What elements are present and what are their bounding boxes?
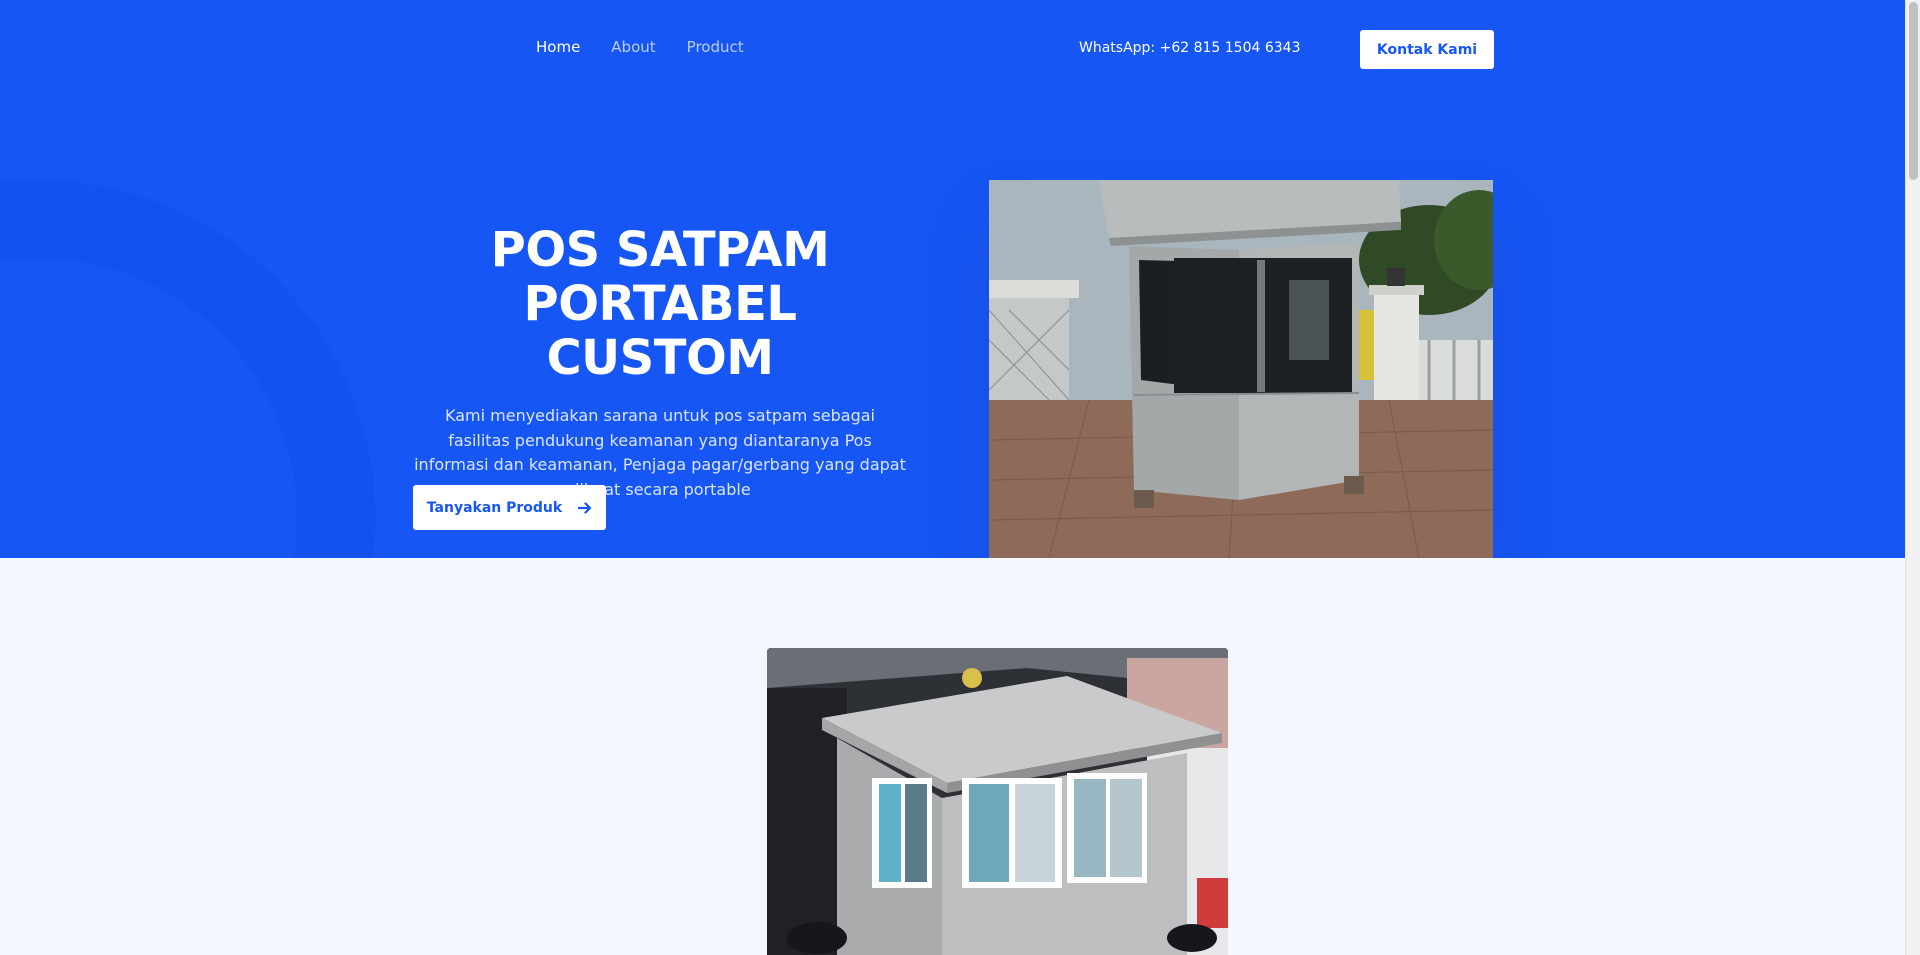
scrollbar-thumb[interactable]	[1909, 2, 1918, 180]
guard-post-photo-2	[767, 648, 1228, 955]
hero-section: Home About Product WhatsApp: +62 815 150…	[0, 0, 1905, 558]
contact-button[interactable]: Kontak Kami	[1360, 30, 1494, 69]
arrow-right-icon	[578, 501, 592, 514]
nav-product-link[interactable]: Product	[687, 38, 744, 56]
nav-home-link[interactable]: Home	[536, 38, 580, 56]
hero-text-block: POS SATPAM PORTABEL CUSTOM Kami menyedia…	[413, 223, 907, 502]
hero-title: POS SATPAM PORTABEL CUSTOM	[413, 223, 907, 385]
nav-about-link[interactable]: About	[611, 38, 655, 56]
main-nav: Home About Product	[536, 38, 744, 56]
hero-title-line1: POS SATPAM	[490, 222, 830, 278]
guard-post-photo	[989, 180, 1493, 558]
whatsapp-contact[interactable]: WhatsApp: +62 815 1504 6343	[1079, 40, 1300, 56]
product-guard-post-image	[767, 648, 1228, 955]
page-scrollbar[interactable]	[1905, 0, 1920, 955]
ask-product-label: Tanyakan Produk	[426, 499, 563, 516]
hero-title-line2: PORTABEL CUSTOM	[523, 276, 797, 386]
hero-guard-post-image	[989, 180, 1493, 558]
decorative-circle	[0, 180, 375, 558]
ask-product-button[interactable]: Tanyakan Produk	[413, 485, 606, 530]
